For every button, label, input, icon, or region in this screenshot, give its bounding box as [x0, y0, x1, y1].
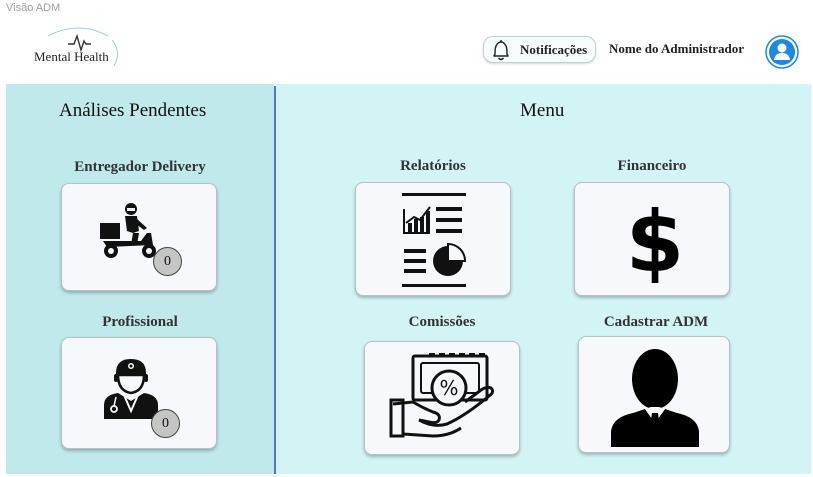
report-chart-icon	[402, 193, 467, 287]
professional-card[interactable]: 0	[61, 337, 217, 449]
menu-item-label-finance: Financeiro	[617, 158, 687, 174]
notifications-label: Notificações	[520, 41, 588, 57]
reports-card[interactable]	[355, 182, 511, 296]
pending-item-label-delivery: Entregador Delivery	[74, 159, 206, 175]
finance-card[interactable]: $	[574, 182, 730, 296]
pending-count-badge-delivery: 0	[153, 247, 182, 276]
doctor-icon	[104, 359, 158, 419]
admin-person-icon	[611, 349, 699, 447]
menu-item-label-commissions: Comissões	[408, 314, 476, 330]
pending-item-label-professional: Profissional	[102, 314, 178, 330]
notifications-button[interactable]: Notificações	[483, 36, 596, 63]
delivery-rider-icon	[100, 203, 156, 258]
dollar-icon: $	[627, 197, 683, 283]
pending-analyses-title: Análises Pendentes	[59, 100, 207, 121]
pending-count-badge-professional: 0	[151, 409, 180, 438]
commission-hand-icon: %	[389, 353, 495, 438]
svg-text:$: $	[627, 197, 683, 283]
admin-name: Nome do Administrador	[609, 41, 745, 56]
menu-title: Menu	[520, 100, 565, 121]
commissions-card[interactable]: %	[364, 341, 520, 455]
svg-text:%: %	[439, 376, 458, 400]
menu-item-label-register-admin: Cadastrar ADM	[603, 314, 709, 330]
pending-analyses-panel: Análises Pendentes Entregador Delivery 0…	[6, 84, 274, 474]
user-avatar-icon[interactable]	[765, 35, 799, 69]
logo-text: Mental Health	[34, 49, 109, 64]
menu-item-label-reports: Relatórios	[400, 158, 466, 174]
logo: Mental Health	[28, 22, 138, 70]
menu-panel: Menu Relatórios Financeiro $ Comissões %…	[276, 84, 811, 474]
bell-icon	[493, 39, 509, 60]
delivery-rider-card[interactable]: 0	[61, 183, 217, 291]
register-admin-card[interactable]	[578, 336, 730, 453]
header: Mental Health Notificações Nome do Admin…	[6, 16, 811, 84]
window-title: Visão ADM	[6, 2, 61, 14]
